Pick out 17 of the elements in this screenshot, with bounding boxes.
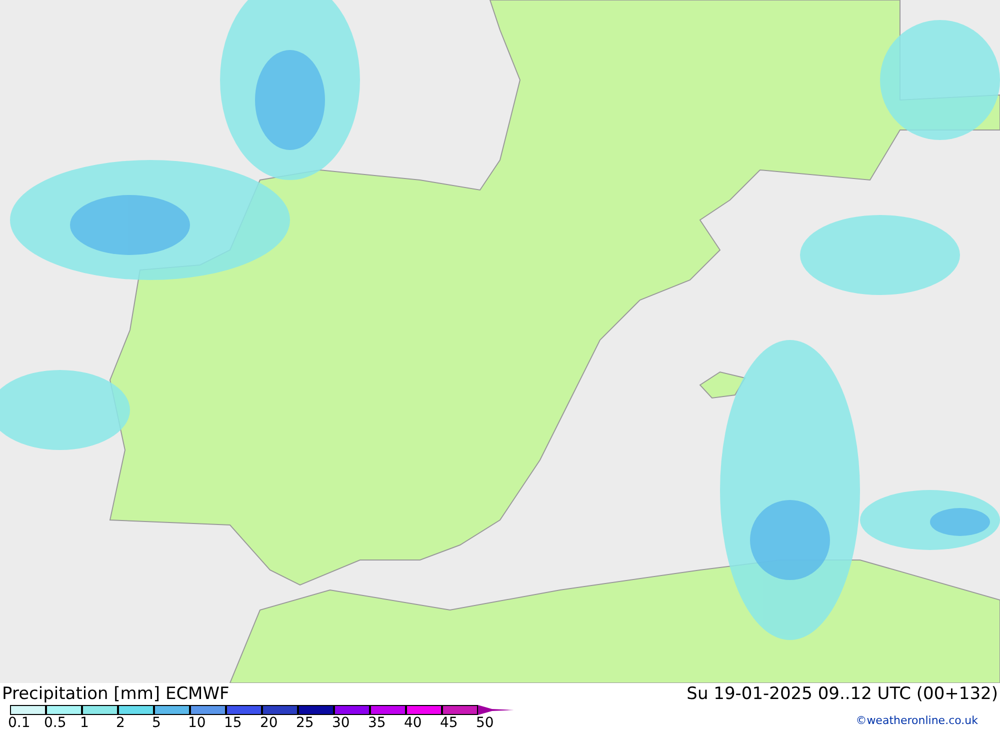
legend-label: 50 (476, 715, 494, 731)
valid-time: Su 19-01-2025 09..12 UTC (00+132) (686, 683, 998, 705)
legend-label: 15 (224, 715, 242, 731)
legend-label: 2 (116, 715, 125, 731)
map-title: Precipitation [mm] ECMWF (2, 683, 230, 705)
legend-label: 40 (404, 715, 422, 731)
legend-label: 25 (296, 715, 314, 731)
legend-label: 30 (332, 715, 350, 731)
legend-label: 20 (260, 715, 278, 731)
legend-label: 35 (368, 715, 386, 731)
legend-label: 1 (80, 715, 89, 731)
legend-label: 45 (440, 715, 458, 731)
credit-link[interactable]: ©weatheronline.co.uk (856, 713, 978, 730)
legend-label: 0.5 (44, 715, 66, 731)
legend-label: 5 (152, 715, 161, 731)
legend-label: 10 (188, 715, 206, 731)
legend-label: 0.1 (8, 715, 30, 731)
